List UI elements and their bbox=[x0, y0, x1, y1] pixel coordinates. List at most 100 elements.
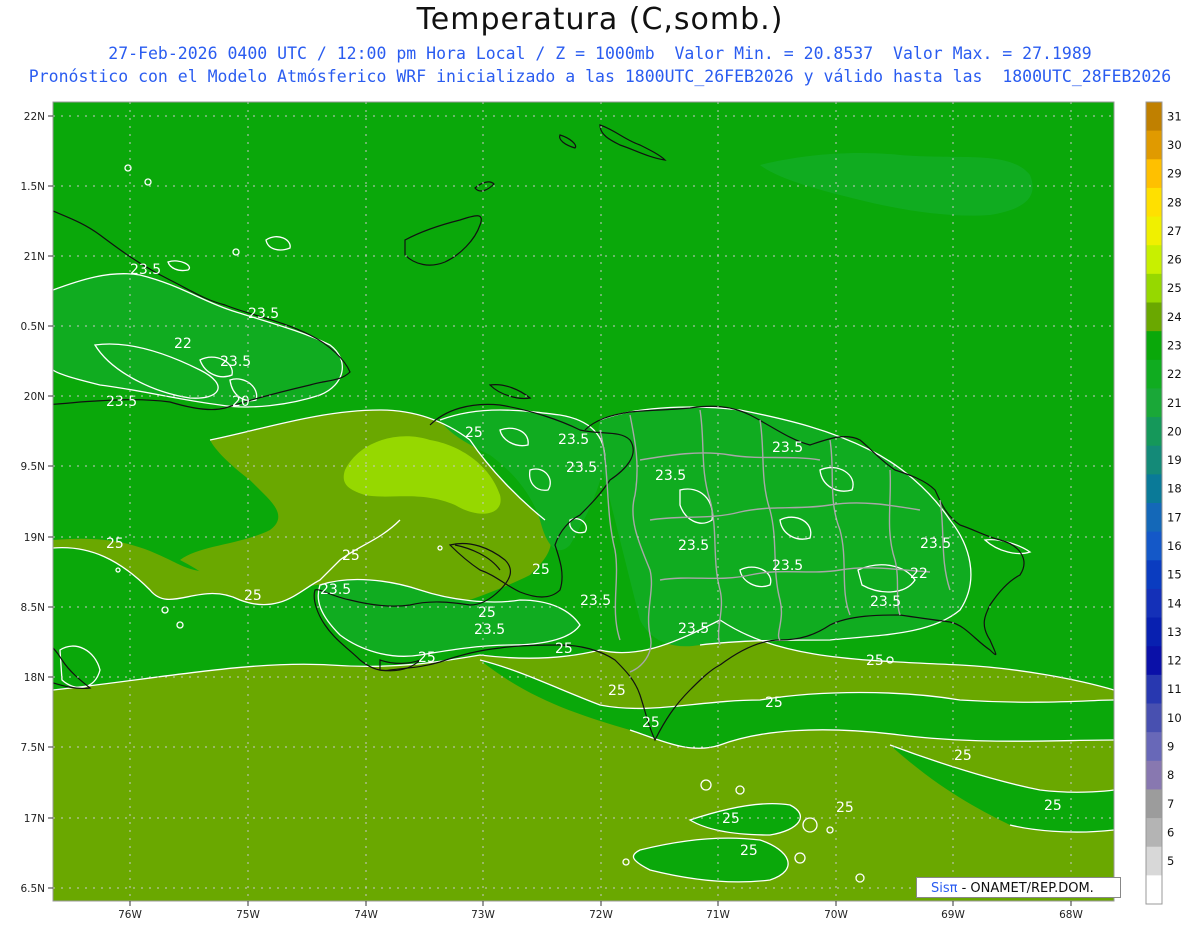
colorbar-swatch bbox=[1146, 273, 1162, 303]
lat-label: 8.5N bbox=[20, 602, 45, 614]
colorbar-label: 20 bbox=[1167, 424, 1182, 438]
lat-label: 18N bbox=[24, 672, 45, 684]
contour-label: 25 bbox=[1044, 798, 1062, 814]
colorbar-label: 24 bbox=[1167, 310, 1182, 324]
latitude-axis: 22N 1.5N 21N 0.5N 20N 9.5N 19N 8.5N 18N … bbox=[20, 111, 53, 895]
contour-label: 23.5 bbox=[772, 440, 803, 456]
credit-brand: Sis bbox=[931, 881, 950, 896]
contour-label: 23.5 bbox=[474, 622, 505, 638]
colorbar-label: 17 bbox=[1167, 510, 1182, 524]
credit-box: Sisπ - ONAMET/REP.DOM. bbox=[916, 877, 1121, 898]
colorbar-swatch bbox=[1146, 331, 1162, 361]
contour-label: 23.5 bbox=[320, 582, 351, 598]
colorbar-swatch bbox=[1146, 245, 1162, 275]
contour-label: 20 bbox=[232, 394, 250, 410]
colorbar-label: 6 bbox=[1167, 825, 1174, 839]
colorbar-swatch bbox=[1146, 703, 1162, 733]
contour-label: 23.5 bbox=[772, 558, 803, 574]
colorbar-swatch bbox=[1146, 818, 1162, 848]
colorbar-swatch bbox=[1146, 159, 1162, 189]
contour-label: 25 bbox=[954, 748, 972, 764]
colorbar-swatch bbox=[1146, 216, 1162, 246]
colorbar-label: 22 bbox=[1167, 367, 1182, 381]
contour-label: 25 bbox=[418, 650, 436, 666]
colorbar-label: 15 bbox=[1167, 568, 1182, 582]
lat-label: 1.5N bbox=[20, 181, 45, 193]
lon-label: 71W bbox=[706, 909, 730, 921]
contour-label: 25 bbox=[532, 562, 550, 578]
lon-label: 75W bbox=[236, 909, 260, 921]
colorbar-swatch bbox=[1146, 445, 1162, 475]
colorbar-label: 23 bbox=[1167, 338, 1182, 352]
contour-label: 23.5 bbox=[130, 262, 161, 278]
contour-label: 23.5 bbox=[678, 621, 709, 637]
contour-label: 25 bbox=[244, 588, 262, 604]
colorbar-swatch bbox=[1146, 617, 1162, 647]
colorbar-label: 8 bbox=[1167, 768, 1174, 782]
colorbar-label: 9 bbox=[1167, 739, 1174, 753]
colorbar-label: 16 bbox=[1167, 539, 1182, 553]
lat-label: 21N bbox=[24, 251, 45, 263]
colorbar-swatch bbox=[1146, 359, 1162, 389]
lon-label: 69W bbox=[941, 909, 965, 921]
colorbar-label: 18 bbox=[1167, 482, 1182, 496]
contour-label: 25 bbox=[765, 695, 783, 711]
colorbar-swatch bbox=[1146, 646, 1162, 676]
contour-label: 25 bbox=[342, 548, 360, 564]
colorbar-swatch bbox=[1146, 302, 1162, 332]
lat-label: 19N bbox=[24, 532, 45, 544]
colorbar-swatch bbox=[1146, 760, 1162, 790]
colorbar-swatch bbox=[1146, 560, 1162, 590]
contour-label: 25 bbox=[465, 425, 483, 441]
colorbar-swatch bbox=[1146, 531, 1162, 561]
contour-label: 22 bbox=[910, 566, 928, 582]
lat-label: 22N bbox=[24, 111, 45, 123]
contour-label: 25 bbox=[722, 811, 740, 827]
contour-label: 23.5 bbox=[678, 538, 709, 554]
colorbar-label: 26 bbox=[1167, 253, 1182, 267]
contour-label: 25 bbox=[106, 536, 124, 552]
lat-label: 6.5N bbox=[20, 883, 45, 895]
contour-label: 25 bbox=[866, 653, 884, 669]
colorbar-label: 13 bbox=[1167, 625, 1182, 639]
contour-label: 25 bbox=[608, 683, 626, 699]
contour-label: 25 bbox=[555, 641, 573, 657]
lat-label: 0.5N bbox=[20, 321, 45, 333]
colorbar-label: 11 bbox=[1167, 682, 1182, 696]
lon-label: 70W bbox=[824, 909, 848, 921]
temperature-map: 23.5 23.5 22 23.5 23.5 20 25 23.5 23.5 2… bbox=[20, 101, 1182, 921]
lon-label: 74W bbox=[354, 909, 378, 921]
contour-label: 23.5 bbox=[655, 468, 686, 484]
colorbar-label: 31 bbox=[1167, 109, 1182, 123]
colorbar-label: 14 bbox=[1167, 596, 1182, 610]
contour-label: 23.5 bbox=[920, 536, 951, 552]
colorbar-label: 30 bbox=[1167, 138, 1182, 152]
colorbar-label: 28 bbox=[1167, 195, 1182, 209]
colorbar-label: 12 bbox=[1167, 654, 1182, 668]
contour-label: 23.5 bbox=[220, 354, 251, 370]
colorbar-swatch bbox=[1146, 846, 1162, 876]
colorbar-label: 27 bbox=[1167, 224, 1182, 238]
contour-label: 25 bbox=[642, 715, 660, 731]
lat-label: 9.5N bbox=[20, 461, 45, 473]
longitude-axis: 76W 75W 74W 73W 72W 71W 70W 69W 68W bbox=[118, 901, 1083, 921]
colorbar-swatch bbox=[1146, 388, 1162, 418]
colorbar-label: 7 bbox=[1167, 797, 1174, 811]
colorbar-label: 19 bbox=[1167, 453, 1182, 467]
lon-label: 73W bbox=[471, 909, 495, 921]
lat-label: 7.5N bbox=[20, 742, 45, 754]
colorbar-swatch bbox=[1146, 875, 1162, 905]
colorbar-label: 5 bbox=[1167, 854, 1174, 868]
contour-label: 23.5 bbox=[566, 460, 597, 476]
colorbar-swatch bbox=[1146, 102, 1162, 132]
lat-label: 20N bbox=[24, 391, 45, 403]
contour-label: 22 bbox=[174, 336, 192, 352]
map-field: 23.5 23.5 22 23.5 23.5 20 25 23.5 23.5 2… bbox=[53, 102, 1114, 901]
colorbar: 31 30 29 28 27 26 25 24 23 22 21 20 19 18 17 16 15 14 13 12… bbox=[1145, 101, 1182, 905]
colorbar-swatch bbox=[1146, 789, 1162, 819]
colorbar-label: 21 bbox=[1167, 396, 1182, 410]
colorbar-swatch bbox=[1146, 588, 1162, 619]
credit-text: - ONAMET/REP.DOM. bbox=[957, 881, 1094, 896]
colorbar-swatch bbox=[1146, 417, 1162, 447]
colorbar-label: 10 bbox=[1167, 711, 1182, 725]
